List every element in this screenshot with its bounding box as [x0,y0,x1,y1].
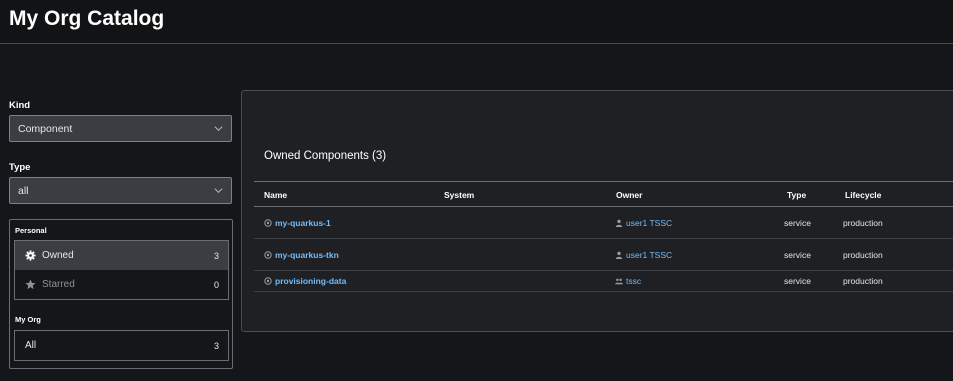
component-link[interactable]: provisioning-data [264,276,346,286]
component-link[interactable]: my-quarkus-1 [264,218,331,228]
table-title: Owned Components (3) [264,150,387,162]
owner-link[interactable]: user1 TSSC [615,250,672,260]
user-icon [615,251,623,259]
owner-link[interactable]: user1 TSSC [615,218,672,228]
list-item-owned[interactable]: Owned 3 [15,241,228,270]
component-name: my-quarkus-1 [275,218,331,228]
list-item-label: Starred [42,279,75,290]
group-icon [615,278,623,285]
type-cell: service [784,276,811,286]
column-header-system[interactable]: System [444,190,474,200]
list-item-count: 0 [213,280,219,290]
type-filter-label: Type [9,162,31,173]
kind-select-value: Component [18,123,73,135]
lifecycle-cell: production [843,250,883,260]
list-item-label: Owned [42,250,74,261]
type-cell: service [784,218,811,228]
components-table-card: Owned Components (3) Name System Owner T… [241,90,953,332]
owner-name: tssc [626,276,642,286]
org-section-label: My Org [15,315,41,324]
table-header: Name System Owner Type Lifecycle [254,181,953,207]
table-row: my-quarkus-1 user1 TSSC service producti… [254,207,953,239]
gear-icon [25,250,36,261]
page-header: My Org Catalog [0,0,953,44]
list-item-label: All [25,340,37,351]
owner-name: user1 TSSC [626,218,673,228]
type-cell: service [784,250,811,260]
component-name: my-quarkus-tkn [275,250,339,260]
type-select-value: all [18,185,29,197]
component-icon [264,219,272,227]
kind-filter-label: Kind [9,100,31,111]
column-header-name[interactable]: Name [264,190,287,200]
owner-link[interactable]: tssc [615,276,641,286]
personal-list: Owned 3 Starred 0 [14,240,229,300]
chevron-down-icon [214,126,223,132]
table-row: provisioning-data tssc service productio… [254,271,953,292]
list-item-starred[interactable]: Starred 0 [15,270,228,299]
user-icon [615,219,623,227]
table-row: my-quarkus-tkn user1 TSSC service produc… [254,239,953,271]
chevron-down-icon [214,188,223,194]
personal-section-label: Personal [15,226,47,235]
kind-select[interactable]: Component [9,115,232,142]
lifecycle-cell: production [843,218,883,228]
column-header-owner[interactable]: Owner [616,190,642,200]
list-item-all[interactable]: All 3 [15,331,228,360]
type-select[interactable]: all [9,177,232,204]
component-icon [264,251,272,259]
user-list-picker: Personal Owned 3 Starred 0 My Org All 3 [9,219,233,369]
page-title: My Org Catalog [9,7,165,30]
lifecycle-cell: production [843,276,883,286]
list-item-count: 3 [213,341,219,351]
column-header-lifecycle[interactable]: Lifecycle [845,190,881,200]
org-list: All 3 [14,330,229,361]
owner-name: user1 TSSC [626,250,673,260]
component-name: provisioning-data [275,276,347,286]
component-icon [264,277,272,285]
star-icon [25,279,36,290]
component-link[interactable]: my-quarkus-tkn [264,250,339,260]
column-header-type[interactable]: Type [787,190,806,200]
list-item-count: 3 [213,251,219,261]
